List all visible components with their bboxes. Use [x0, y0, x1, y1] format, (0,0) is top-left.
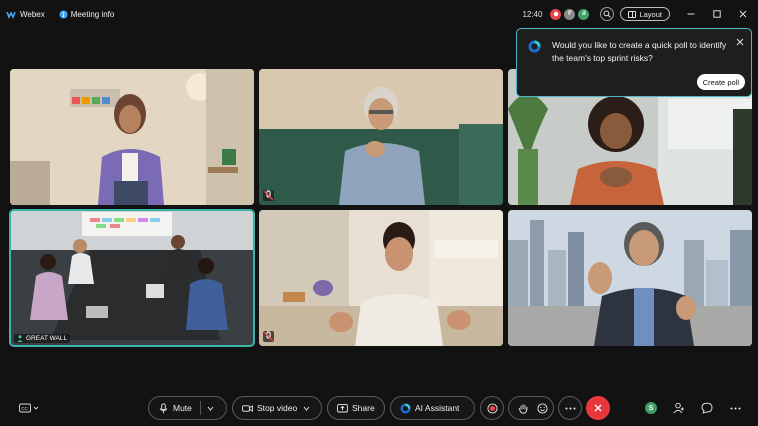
status-badge: S — [645, 402, 657, 414]
room-name-text: GREAT WALL — [26, 335, 68, 342]
close-icon — [739, 10, 747, 18]
more-panels-button[interactable] — [728, 401, 742, 415]
webex-logo-icon — [6, 11, 16, 19]
app-name: Webex — [20, 9, 45, 19]
video-tile-6[interactable] — [508, 210, 752, 346]
more-icon — [730, 407, 740, 409]
mic-off-icon — [263, 331, 274, 342]
layout-grid-icon — [628, 10, 637, 18]
layout-label: Layout — [639, 9, 662, 19]
reactions-group — [508, 396, 554, 420]
emoji-reaction-icon[interactable] — [537, 402, 548, 414]
video-tile-1[interactable] — [10, 69, 254, 205]
participants-icon — [673, 402, 684, 414]
chevron-down-icon[interactable] — [207, 406, 214, 411]
maximize-icon — [713, 10, 721, 18]
meeting-info-label: Meeting info — [70, 9, 115, 19]
person-icon — [17, 335, 23, 342]
popup-close-button[interactable] — [735, 34, 745, 46]
participant-avatar-1[interactable] — [550, 8, 562, 20]
mute-label: Mute — [173, 403, 192, 413]
video-camera-icon — [242, 404, 253, 412]
more-options-button[interactable] — [558, 396, 582, 420]
meeting-controls: CC Mute Stop video Share AI Assistant S — [0, 394, 758, 422]
participant-avatar-3[interactable]: d — [578, 8, 590, 20]
participants-button[interactable] — [672, 401, 686, 415]
close-window-button[interactable] — [732, 0, 754, 28]
participant-video-5 — [259, 210, 503, 346]
chat-icon — [701, 402, 713, 414]
share-label: Share — [352, 403, 375, 413]
meeting-info-icon — [59, 9, 68, 19]
share-button[interactable]: Share — [327, 396, 385, 420]
layout-button[interactable]: Layout — [620, 7, 670, 21]
title-bar: Webex Meeting info 12:40 F d Layout — [0, 0, 758, 28]
participant-video-1 — [10, 69, 254, 205]
ai-assistant-label: AI Assistant — [415, 403, 460, 413]
chat-button[interactable] — [700, 401, 714, 415]
video-tile-2[interactable] — [259, 69, 503, 205]
more-icon — [565, 407, 575, 409]
minimize-icon — [687, 13, 695, 15]
mute-button[interactable]: Mute — [148, 396, 227, 420]
room-name-label: GREAT WALL — [14, 334, 71, 343]
maximize-button[interactable] — [706, 0, 728, 28]
record-icon — [486, 402, 498, 414]
poll-suggestion-popup: Would you like to create a quick poll to… — [516, 28, 752, 97]
svg-text:CC: CC — [21, 406, 28, 411]
stop-video-button[interactable]: Stop video — [232, 396, 322, 420]
status-badge-button[interactable]: S — [644, 401, 658, 415]
poll-suggestion-text: Would you like to create a quick poll to… — [552, 40, 727, 63]
zoom-icon — [603, 10, 612, 18]
participant-video-2 — [259, 69, 503, 205]
closed-captions-icon: CC — [19, 403, 39, 413]
recording-icon — [553, 11, 559, 17]
close-icon — [736, 38, 744, 46]
chevron-down-icon[interactable] — [303, 406, 310, 411]
record-button[interactable] — [480, 396, 504, 420]
divider — [199, 401, 201, 415]
participant-avatar-2[interactable]: F — [564, 8, 576, 20]
minimize-button[interactable] — [680, 0, 702, 28]
video-tile-4[interactable]: GREAT WALL — [9, 209, 255, 347]
share-screen-icon — [337, 403, 348, 412]
app-brand: Webex — [6, 9, 45, 19]
video-tile-5[interactable] — [259, 210, 503, 346]
leave-meeting-button[interactable] — [586, 396, 610, 420]
muted-indicator — [263, 190, 274, 201]
ai-assistant-icon — [528, 40, 541, 53]
ai-assistant-icon — [400, 403, 411, 413]
raise-hand-icon[interactable] — [518, 403, 529, 414]
ai-assistant-button[interactable]: AI Assistant — [390, 396, 475, 420]
room-video-great-wall — [10, 210, 254, 346]
stop-video-label: Stop video — [257, 403, 298, 413]
muted-indicator — [263, 331, 274, 342]
create-poll-button[interactable]: Create poll — [696, 74, 745, 90]
captions-button[interactable]: CC — [18, 401, 42, 415]
meeting-clock: 12:40 — [522, 9, 543, 19]
mic-off-icon — [263, 190, 274, 201]
close-icon — [594, 404, 602, 412]
meeting-info-button[interactable]: Meeting info — [59, 9, 115, 19]
participant-video-6 — [508, 210, 752, 346]
microphone-icon — [159, 402, 168, 413]
zoom-button[interactable] — [600, 7, 615, 21]
